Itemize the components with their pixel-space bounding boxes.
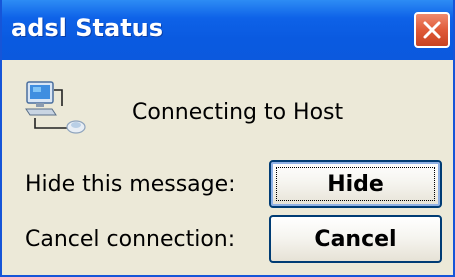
close-button[interactable] [414, 12, 450, 48]
hide-button[interactable]: Hide [269, 160, 442, 208]
cancel-button[interactable]: Cancel [269, 215, 442, 263]
hide-button-label: Hide [327, 171, 384, 197]
window-title: adsl Status [11, 14, 164, 42]
status-message: Connecting to Host [132, 100, 344, 125]
network-connection-icon [25, 81, 86, 134]
cancel-connection-label: Cancel connection: [25, 227, 236, 252]
status-dialog: adsl Status Connecting to Host Hide this… [0, 0, 455, 277]
close-icon [423, 21, 441, 39]
hide-message-label: Hide this message: [25, 172, 236, 197]
cancel-button-label: Cancel [314, 226, 397, 252]
title-bar[interactable]: adsl Status [2, 0, 453, 60]
